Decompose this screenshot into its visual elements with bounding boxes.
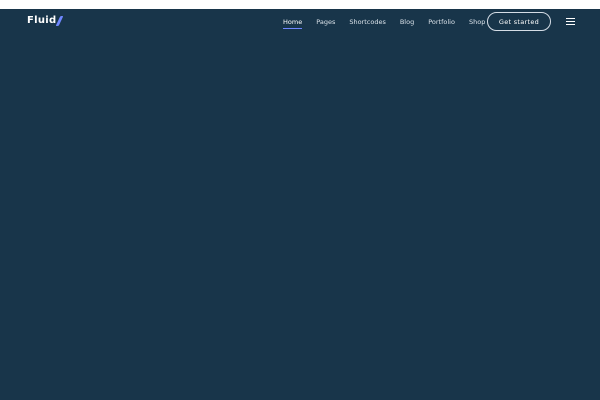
menu-line	[566, 21, 575, 22]
nav-item-home[interactable]: Home	[283, 17, 303, 29]
hamburger-menu-icon[interactable]	[566, 18, 575, 25]
logo-slash-icon	[56, 15, 64, 26]
nav-item-pages[interactable]: Pages	[316, 17, 335, 27]
menu-line	[566, 18, 575, 19]
nav-item-blog[interactable]: Blog	[400, 17, 414, 27]
logo[interactable]: Fluid	[27, 15, 64, 26]
logo-text: Fluid	[27, 15, 57, 26]
main-nav: Home Pages Shortcodes Blog Portfolio Sho…	[283, 17, 485, 29]
page-container: Fluid Home Pages Shortcodes Blog Portfol…	[0, 9, 600, 400]
menu-line	[566, 24, 575, 25]
nav-item-portfolio[interactable]: Portfolio	[428, 17, 455, 27]
get-started-button[interactable]: Get started	[487, 12, 551, 31]
nav-item-shortcodes[interactable]: Shortcodes	[349, 17, 386, 27]
nav-item-shop[interactable]: Shop	[469, 17, 485, 27]
